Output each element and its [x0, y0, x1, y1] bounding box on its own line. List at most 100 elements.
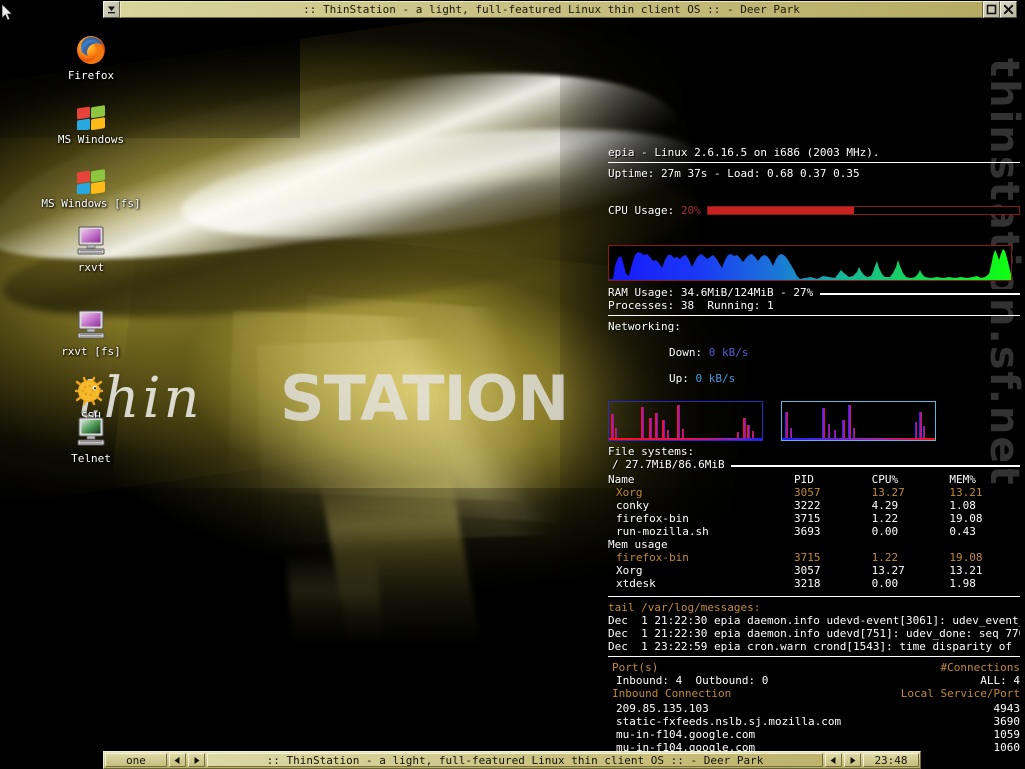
- close-icon: [1003, 4, 1014, 15]
- desktop-screen: :: ThinStation - a light, full-featured …: [0, 0, 1025, 769]
- taskbar-desktop-name[interactable]: one: [105, 753, 167, 767]
- arrow-right-icon: [848, 756, 857, 765]
- conky-inbound-outbound-counts: Inbound: 4 Outbound: 0 ALL: 4: [608, 674, 1020, 687]
- windows-logo-icon: [31, 96, 151, 130]
- firefox-icon: [31, 32, 151, 66]
- window-titlebar: :: ThinStation - a light, full-featured …: [0, 0, 1025, 18]
- table-header-row: Name PID CPU% MEM%: [608, 473, 1020, 486]
- connection-row: static-fxfeeds.nslb.sj.mozilla.com 3690: [608, 715, 1020, 728]
- conky-fs-row: / 27.7MiB/86.6MiB: [608, 458, 1020, 471]
- conky-ram-label: RAM Usage: 34.6MiB/124MiB - 27%: [608, 286, 814, 299]
- process-cpu: 0.00: [871, 577, 899, 590]
- taskbar-window-button[interactable]: :: ThinStation - a light, full-featured …: [207, 753, 823, 767]
- process-name: xtdesk: [616, 577, 656, 590]
- table-row: Xorg 3057 13.27 13.21: [608, 486, 1020, 499]
- conky-header: epia - Linux 2.6.16.5 on i686 (2003 MHz)…: [608, 146, 880, 159]
- conky-ram-bar: [819, 288, 1020, 297]
- process-mem: 1.08: [949, 499, 976, 512]
- conky-fs-bar: [731, 460, 1020, 469]
- maximize-button[interactable]: [983, 1, 1000, 18]
- table-row: conky 3222 4.29 1.08: [608, 499, 1020, 512]
- process-name: conky: [616, 499, 650, 512]
- connection-port: 1059: [993, 728, 1021, 741]
- wallpaper-watermark: thin STATION: [68, 362, 628, 436]
- conky-mem-usage-title: Mem usage: [608, 538, 668, 551]
- desktop-icon-label: rxvt: [77, 261, 105, 274]
- process-pid: 3715: [793, 551, 821, 564]
- conky-down-label: Down:: [668, 346, 703, 359]
- watermark-station-text: STATION: [280, 362, 569, 435]
- conky-upload-graph: [780, 401, 936, 441]
- conky-cpu-history-graph: [608, 245, 1012, 281]
- process-cpu: 1.22: [871, 551, 899, 564]
- wallpaper-stem: [293, 309, 497, 751]
- process-mem: 19.08: [949, 551, 983, 564]
- process-cpu: 1.22: [871, 512, 899, 525]
- col-header-name: Name: [608, 473, 635, 486]
- conky-ram-usage-row: RAM Usage: 34.6MiB/124MiB - 27%: [608, 286, 1020, 299]
- process-name: firefox-bin: [616, 551, 689, 564]
- desktop-icon-rxvt[interactable]: rxvt: [31, 224, 151, 274]
- taskbar-clock[interactable]: 23:48: [863, 753, 919, 767]
- conky-net-speeds-row: Down: 0 kB/s Up: 0 kB/s: [608, 333, 1020, 398]
- connection-row: mu-in-f104.google.com 1059: [608, 728, 1020, 741]
- chevron-down-icon: [106, 4, 117, 15]
- table-row: firefox-bin 3715 1.22 19.08: [608, 551, 1020, 564]
- conky-cpu-usage-row: CPU Usage: 20%: [608, 180, 1020, 241]
- conky-log-line: Dec 1 23:22:59 epia cron.warn crond[1543…: [608, 640, 1020, 653]
- local-service-port-label: Local Service/Port: [900, 687, 1020, 700]
- arrow-right-icon: [192, 756, 201, 765]
- taskbar-next-desktop-button[interactable]: [188, 753, 205, 767]
- process-pid: 3222: [793, 499, 821, 512]
- window-title: :: ThinStation - a light, full-featured …: [120, 1, 983, 18]
- conky-cpu-value: 20%: [680, 204, 701, 217]
- conky-divider-1: [608, 162, 1020, 163]
- conky-net-graphs: [608, 401, 1020, 441]
- taskbar-window-next-button[interactable]: [844, 753, 861, 767]
- windows-logo-icon: [31, 160, 151, 194]
- process-pid: 3057: [793, 486, 821, 499]
- conky-log-line: Dec 1 21:22:30 epia daemon.info udevd[75…: [608, 627, 1020, 640]
- taskbar: one :: ThinStation - a light, full-featu…: [103, 751, 921, 769]
- conky-down-value: 0 kB/s: [708, 346, 749, 359]
- conky-up-value: 0 kB/s: [695, 372, 736, 385]
- process-mem: 13.21: [949, 564, 983, 577]
- desktop-icon-rxvt-fs[interactable]: rxvt [fs]: [31, 308, 151, 358]
- col-header-mem: MEM%: [949, 473, 976, 486]
- connection-row: mu-in-f104.google.com 1060: [608, 741, 1020, 751]
- conky-up-label: Up:: [668, 372, 689, 385]
- window-menu-button[interactable]: [103, 1, 120, 18]
- conky-divider-2: [608, 315, 1020, 316]
- conky-fs-line: / 27.7MiB/86.6MiB: [612, 458, 725, 471]
- desktop-icon-firefox[interactable]: Firefox: [31, 32, 151, 82]
- taskbar-prev-desktop-button[interactable]: [169, 753, 186, 767]
- conky-processes-line: Processes: 38 Running: 1: [608, 299, 774, 312]
- process-pid: 3693: [793, 525, 821, 538]
- connection-host: static-fxfeeds.nslb.sj.mozilla.com: [616, 715, 842, 728]
- conky-mem-process-table: firefox-bin 3715 1.22 19.08 Xorg 3057 13…: [608, 551, 1020, 590]
- desktop-icon-ms-windows-fs[interactable]: MS Windows [fs]: [31, 160, 151, 210]
- desktop-area[interactable]: thin STATION thinstation.sf.net: [0, 18, 1025, 751]
- process-cpu: 13.27: [871, 564, 905, 577]
- process-pid: 3057: [793, 564, 821, 577]
- taskbar-window-prev-button[interactable]: [825, 753, 842, 767]
- conky-filesystems-label: File systems:: [608, 445, 695, 458]
- desktop-icon-ms-windows[interactable]: MS Windows: [31, 96, 151, 146]
- all-connections-count: ALL: 4: [980, 674, 1020, 687]
- close-button[interactable]: [1000, 1, 1017, 18]
- terminal-monitor-icon: [31, 224, 151, 258]
- desktop-icon-label: rxvt [fs]: [61, 345, 121, 358]
- process-mem: 19.08: [949, 512, 983, 525]
- pufferfish-icon: [31, 373, 151, 407]
- conky-ports-header: Port(s) #Connections: [608, 661, 1020, 674]
- conky-inbound-header: Inbound Connection Local Service/Port: [608, 687, 1020, 700]
- desktop-icon-telnet[interactable]: Telnet: [31, 415, 151, 465]
- connection-port: 1060: [993, 741, 1021, 751]
- conky-log-line: Dec 1 21:22:30 epia daemon.info udevd-ev…: [608, 614, 1020, 627]
- conky-cpu-process-table: Name PID CPU% MEM% Xorg 3057 13.27 13.21…: [608, 473, 1020, 538]
- conky-divider-3: [608, 596, 1020, 597]
- titlebar-left-spacer: [0, 0, 103, 18]
- arrow-left-icon: [173, 756, 182, 765]
- wallpaper-vein-1: [226, 310, 654, 506]
- terminal-monitor-green-icon: [31, 415, 151, 449]
